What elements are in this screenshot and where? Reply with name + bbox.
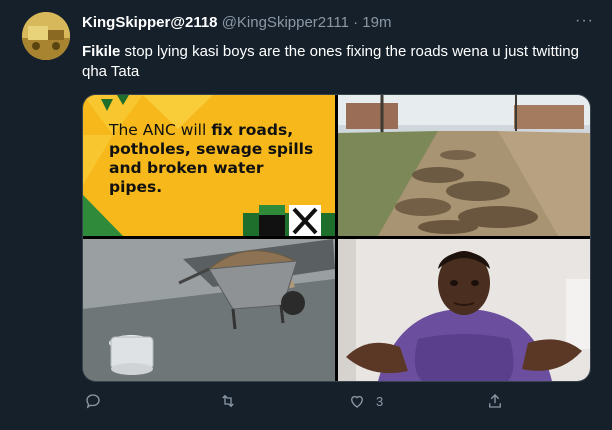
- wheelbarrow-photo: [83, 239, 335, 381]
- heart-icon: [351, 395, 363, 408]
- reply-button[interactable]: [84, 392, 102, 410]
- share-icon: [489, 394, 501, 408]
- tweet[interactable]: KingSkipper@2118 @KingSkipper2111 · 19m …: [0, 0, 612, 430]
- poster-line2: potholes, sewage spills: [109, 140, 314, 158]
- poster-line1-pre: The ANC will: [109, 121, 212, 139]
- timestamp[interactable]: 19m: [362, 14, 391, 31]
- reply-icon: [86, 394, 100, 409]
- avatar[interactable]: [22, 12, 70, 60]
- road-photo: [338, 95, 590, 236]
- share-button[interactable]: [486, 392, 504, 410]
- more-options-icon[interactable]: ···: [575, 12, 594, 30]
- tweet-body: stop lying kasi boys are the ones fixing…: [82, 43, 579, 80]
- man-photo: [338, 239, 590, 381]
- media-image-anc-poster[interactable]: The ANC will fix roads, potholes, sewage…: [83, 95, 335, 236]
- poster-caption: The ANC will fix roads, potholes, sewage…: [109, 121, 319, 197]
- display-name[interactable]: KingSkipper@2118: [82, 14, 218, 31]
- media-grid[interactable]: The ANC will fix roads, potholes, sewage…: [82, 94, 591, 382]
- media-image-man-shrugging[interactable]: [338, 239, 590, 381]
- tweet-header: KingSkipper@2118 @KingSkipper2111 · 19m: [82, 14, 572, 34]
- media-image-wheelbarrow[interactable]: [83, 239, 335, 381]
- tweet-text: Fikile stop lying kasi boys are the ones…: [82, 42, 587, 82]
- poster-line1-bold: fix roads,: [211, 121, 294, 139]
- separator-dot: ·: [353, 14, 359, 31]
- like-button[interactable]: 3: [348, 392, 383, 410]
- like-count: 3: [376, 393, 384, 409]
- tweet-actions: 3: [82, 392, 512, 414]
- mention-bold: Fikile: [82, 43, 121, 60]
- user-handle[interactable]: @KingSkipper2111: [222, 14, 349, 31]
- media-image-potholed-road[interactable]: [338, 95, 590, 236]
- avatar-image: [22, 12, 70, 60]
- retweet-icon: [222, 394, 234, 408]
- retweet-button[interactable]: [218, 392, 238, 410]
- poster-line3: and broken water pipes.: [109, 159, 264, 196]
